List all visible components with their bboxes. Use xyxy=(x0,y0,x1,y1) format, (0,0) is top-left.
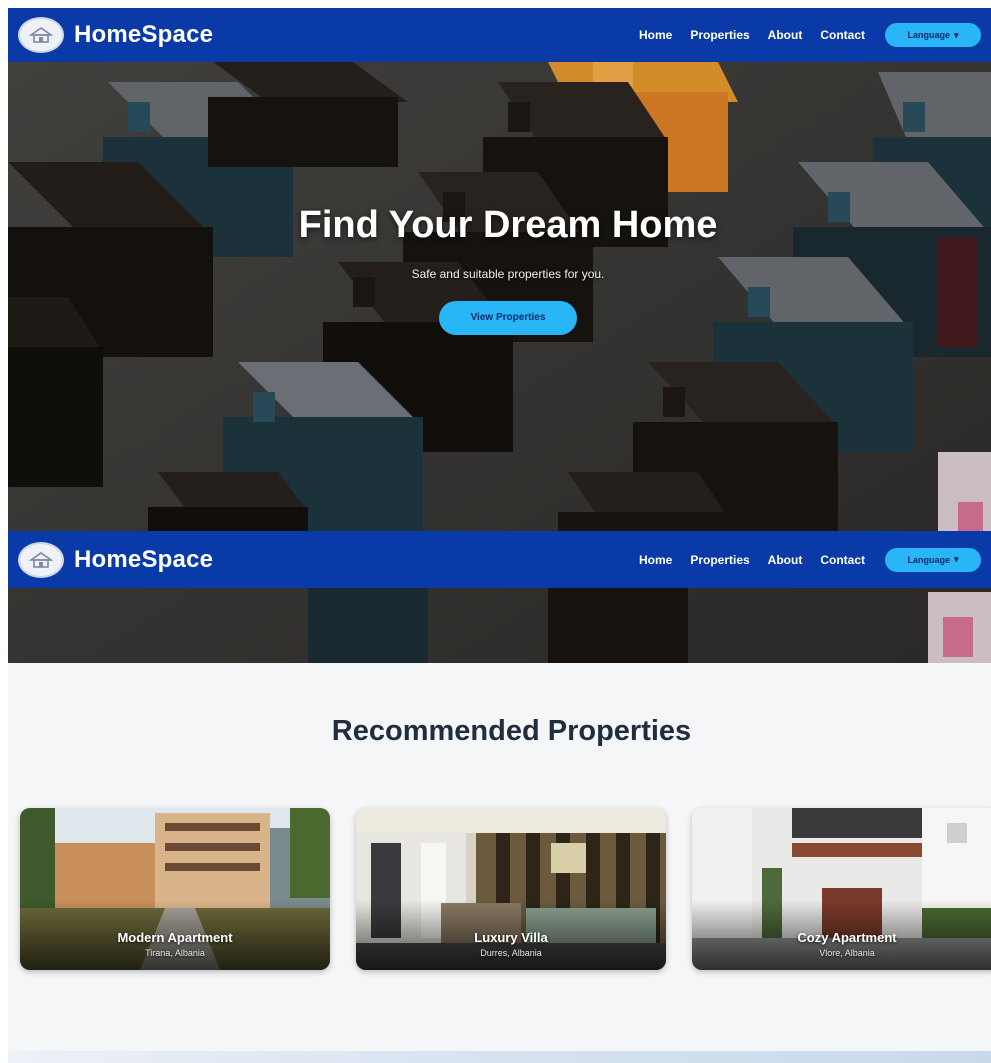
card-caption: Cozy Apartment Vlore, Albania xyxy=(692,930,991,958)
property-location: Durres, Albania xyxy=(480,948,542,958)
hero-subtitle: Safe and suitable properties for you. xyxy=(411,267,605,281)
nav-link-contact[interactable]: Contact xyxy=(820,553,865,567)
property-card-cozy-apartment[interactable]: Cozy Apartment Vlore, Albania xyxy=(692,808,991,970)
brand[interactable]: HomeSpace xyxy=(18,541,214,578)
property-card-luxury-villa[interactable]: Luxury Villa Durres, Albania xyxy=(356,808,666,970)
footer-edge xyxy=(8,1051,991,1063)
property-name: Cozy Apartment xyxy=(797,930,897,945)
language-dropdown-button[interactable]: Language ▾ xyxy=(885,547,981,572)
brand[interactable]: HomeSpace xyxy=(18,17,213,53)
hero-title: Find Your Dream Home xyxy=(298,204,718,246)
nav-link-home[interactable]: Home xyxy=(639,28,672,42)
nav-links: Home Properties About Contact Language ▾ xyxy=(639,23,981,47)
chevron-down-icon: ▾ xyxy=(953,29,959,40)
house-logo-icon xyxy=(18,17,64,53)
card-caption: Modern Apartment Tirana, Albania xyxy=(20,930,330,958)
view-properties-button[interactable]: View Properties xyxy=(439,301,577,335)
nav-link-properties[interactable]: Properties xyxy=(690,553,749,567)
sticky-navbar: HomeSpace Home Properties About Contact … xyxy=(8,531,991,588)
property-location: Tirana, Albania xyxy=(145,948,205,958)
page: Find Your Dream Home Safe and suitable p… xyxy=(8,8,991,1063)
hero-content: Find Your Dream Home Safe and suitable p… xyxy=(8,204,991,335)
property-card-modern-apartment[interactable]: Modern Apartment Tirana, Albania xyxy=(20,808,330,970)
nav-link-about[interactable]: About xyxy=(768,28,803,42)
property-name: Luxury Villa xyxy=(474,930,548,945)
nav-links: Home Properties About Contact Language ▾ xyxy=(639,547,981,572)
property-location: Vlore, Albania xyxy=(819,948,875,958)
brand-name: HomeSpace xyxy=(74,545,214,573)
nav-link-properties[interactable]: Properties xyxy=(690,28,749,42)
top-navbar: HomeSpace Home Properties About Contact … xyxy=(8,8,991,62)
chevron-down-icon: ▾ xyxy=(953,554,959,564)
language-label: Language xyxy=(907,554,950,565)
nav-link-contact[interactable]: Contact xyxy=(820,28,865,42)
property-cards: Modern Apartment Tirana, Albania Luxury … xyxy=(20,808,991,970)
house-logo-icon xyxy=(18,541,64,578)
language-label: Language xyxy=(907,30,950,40)
language-dropdown-button[interactable]: Language ▾ xyxy=(885,23,981,47)
card-caption: Luxury Villa Durres, Albania xyxy=(356,930,666,958)
section-title: Recommended Properties xyxy=(331,715,692,747)
property-name: Modern Apartment xyxy=(117,930,233,945)
recommended-section: Recommended Properties Modern Apartment … xyxy=(8,663,991,1063)
nav-link-about[interactable]: About xyxy=(768,553,803,567)
nav-link-home[interactable]: Home xyxy=(639,553,672,567)
brand-name: HomeSpace xyxy=(74,21,214,48)
